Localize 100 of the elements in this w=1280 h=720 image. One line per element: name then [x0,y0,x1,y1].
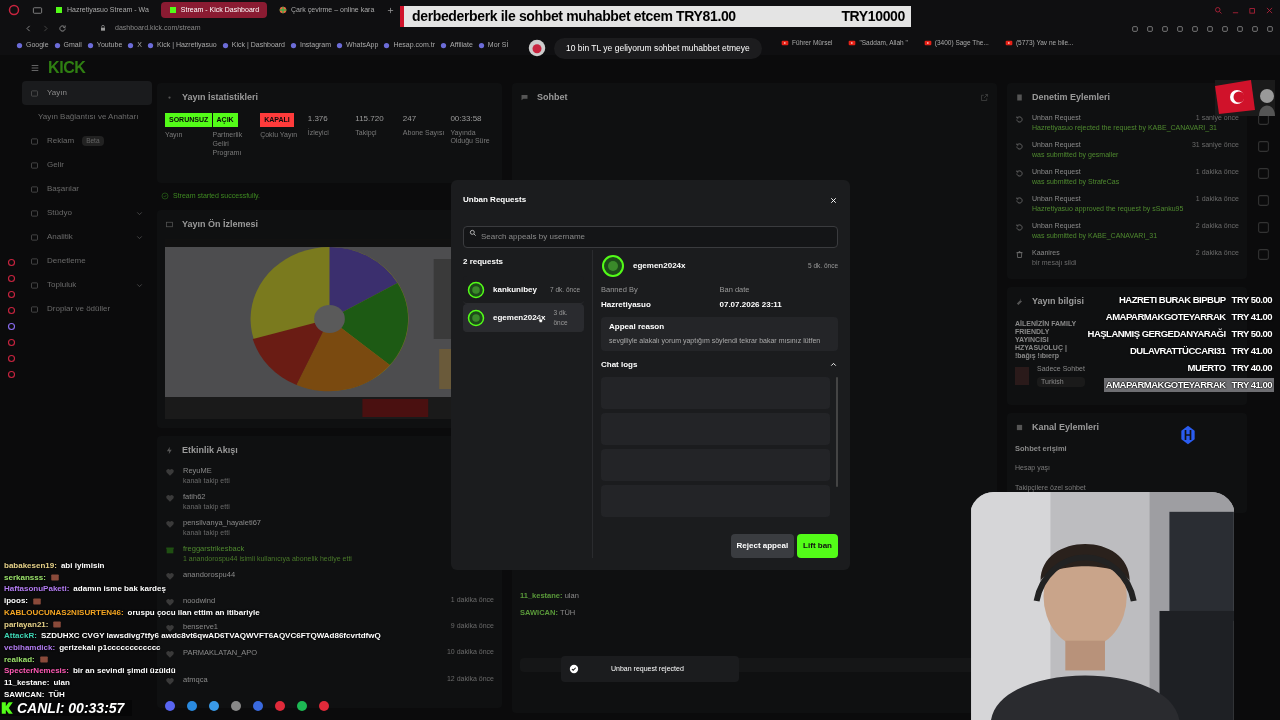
k-logo-icon [0,700,14,716]
live-timer: CANLI: 00:33:57 [17,701,125,715]
dialog-title: Unban Requests [463,194,527,206]
browser-logo-icon[interactable] [8,4,20,16]
taskbar-app-icon[interactable] [318,700,330,712]
heart-icon [165,493,175,504]
heart-icon [165,675,175,686]
bookmark-icon [336,42,344,49]
chat-message: AttackR: SZDUHXC CVGY lawsdivg7tfy6 awdc8vt6qwAD6TVAQWVFT6AQVC6FTQWAd86fcvrtdfwQ [4,630,381,642]
heart-icon [165,597,175,608]
lift-ban-button[interactable]: Lift ban [797,534,838,558]
undo-icon [1015,141,1024,151]
avatar-icon [528,39,546,58]
donation-row-text: HAZRETI BURAK BIPBUP TRY 50.00 [1117,293,1273,307]
k-logo-icon [55,6,63,14]
search-field[interactable]: Search appeals by username [463,225,838,248]
bookmark-icon [86,42,94,49]
panel-title: Denetim Eylemleri [1032,91,1111,104]
bookmark-icon [53,42,61,49]
stat-value: 00:33:58 [450,112,482,125]
sidebar-item[interactable]: Denetleme [22,249,152,273]
menu-item-icon [30,256,39,266]
sidebar-item[interactable]: Başarılar [22,177,152,201]
avatar-icon [601,254,625,278]
chat-logs-toggle[interactable]: Chat logs [601,358,838,371]
undo-icon [1015,222,1024,232]
chat-message: realkad: [4,653,49,666]
menu-item-icon [30,88,39,98]
chat-message: parlayan21: [4,618,63,631]
avatar-icon [467,280,485,299]
avatar-icon [467,308,485,327]
scrollbar[interactable] [836,376,838,487]
taskbar-app-icon[interactable] [208,700,220,712]
gift-icon [165,545,175,556]
panel-title: Etkinlik Akışı [182,443,238,457]
bookmark-icon [289,42,297,49]
taskbar-app-icon[interactable] [252,700,264,712]
menu-item-icon [30,136,39,146]
category-thumbnail [1015,366,1029,385]
menu-item-icon [30,160,39,170]
donation-row-text: MUERTO TRY 40.00 [1186,361,1273,375]
screen-icon [165,219,174,229]
workspace-icon[interactable] [32,4,43,16]
chat-message: vebihamdick: gerizekalı p1cccccccccccc [4,641,161,654]
bookmark-icon [221,42,229,49]
video-icon [781,38,789,47]
chat-message: SAWICAN: TÜH [4,688,65,701]
stat-value: 247 [402,112,417,125]
username: egemen2024x [633,260,686,272]
bookmark-icon [477,42,485,49]
stat-value: 115.720 [355,112,384,125]
sidebar-item[interactable]: Topluluk [22,273,152,297]
chat-message: serkansss: [4,571,60,584]
k-logo-icon [168,6,177,14]
reload-icon[interactable] [58,23,67,33]
close-icon[interactable] [829,195,838,205]
taskbar-app-icon[interactable] [274,700,286,712]
sidebar-item[interactable]: Droplar ve ödüller [22,297,152,321]
bookmark-icon [16,42,23,49]
video-icon [848,38,857,47]
menu-icon[interactable] [30,63,40,73]
heart-icon [165,649,175,660]
sidebar-item[interactable]: Analitik [22,225,152,249]
field-value: 07.07.2026 23:11 [719,299,783,312]
donation-row-text: AMAPARMAKGOTEYARRAK TRY 41.00 [1104,310,1273,324]
message-bubble: 10 bin TL ye geliyorum sohbet muhabbet etmeye [554,38,762,59]
field-value: Hazretiyasuo [601,299,652,312]
request-count: 2 requests [463,256,505,268]
sidebar-item[interactable]: Gelir [22,153,152,177]
kick-logo[interactable]: KICK [48,56,86,80]
search-icon [469,229,477,237]
taskbar-app-icon[interactable] [230,700,242,712]
back-icon[interactable] [24,23,33,33]
side-tool-icon[interactable] [1257,113,1270,126]
panel-title: Yayın Ön İzlemesi [182,217,259,231]
sidebar-item[interactable]: Yayın [22,81,152,105]
card-title: Appeal reason [609,321,666,334]
lock-icon [99,24,107,32]
menu-item-icon [30,280,39,290]
panel-title: Yayın İstatistikleri [182,91,259,104]
undo-icon [1015,114,1024,124]
chat-message: ipoos: [4,595,42,607]
new-tab-icon[interactable] [386,5,396,15]
stat-value: 1.376 [307,112,328,125]
menu-item-icon [30,232,39,242]
bookmark-icon [127,42,135,49]
sidebar-item[interactable]: Yayın Bağlantısı ve Anahtarı [22,105,152,129]
taskbar-app-icon[interactable] [296,700,308,712]
menu-item-icon [30,304,39,314]
menu-item-icon [30,208,39,218]
taskbar-app-icon[interactable] [186,700,198,712]
trash-icon [1015,249,1024,259]
taskbar-app-icon[interactable] [164,700,176,712]
check-circle-icon [161,192,169,201]
reject-button[interactable]: Reject appeal [730,534,795,558]
restore-icon[interactable] [1248,6,1257,15]
video-icon [923,38,932,47]
search-icon[interactable] [1214,6,1223,15]
sidebar-item[interactable]: Stüdyo [22,201,152,225]
bookmark-icon [383,42,391,49]
